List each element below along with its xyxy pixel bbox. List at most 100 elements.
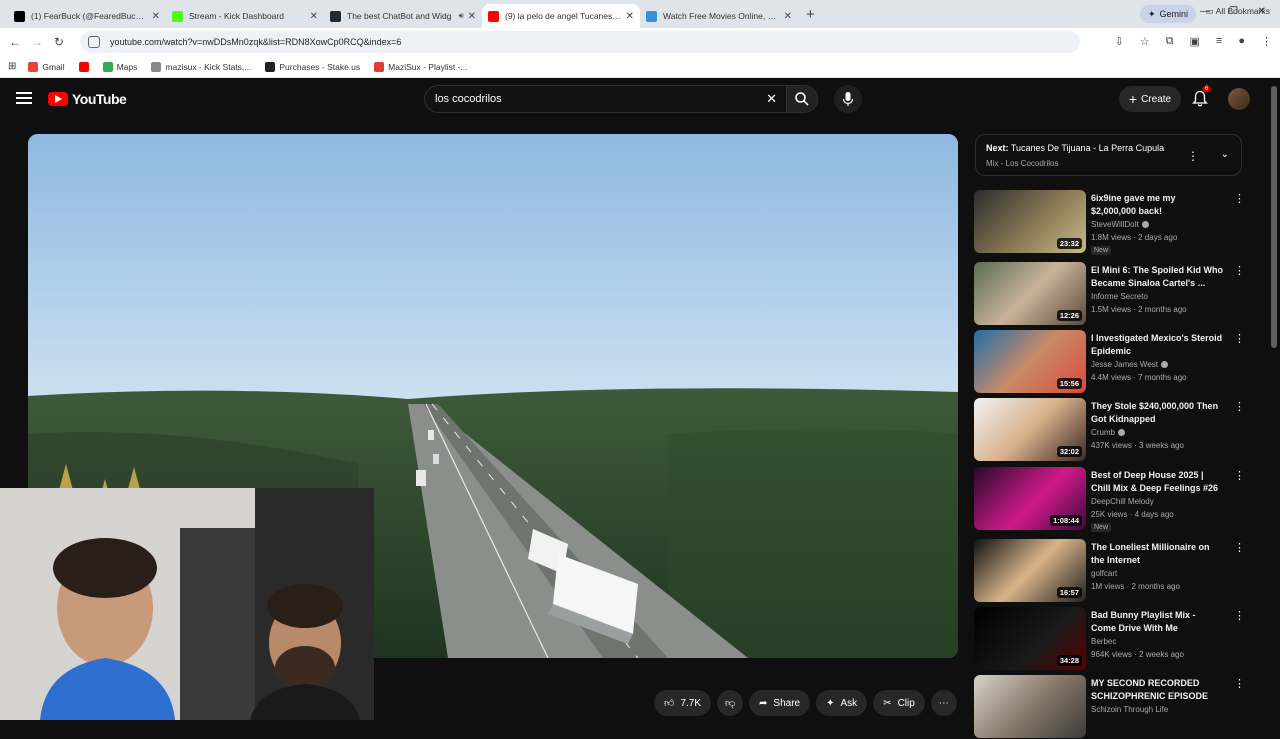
video-menu-icon[interactable]: ⋮ xyxy=(1234,609,1245,622)
like-button[interactable]: 👍︎ 7.7K xyxy=(654,690,712,716)
channel-name[interactable]: DeepChill Melody xyxy=(1091,497,1154,506)
video-thumbnail[interactable]: 23:32 xyxy=(974,190,1086,253)
recommended-video[interactable]: 1:08:44 Best of Deep House 2025 | Chill M… xyxy=(974,467,1245,532)
close-tab-icon[interactable]: ✕ xyxy=(784,11,792,22)
recommended-video[interactable]: 34:28 Bad Bunny Playlist Mix - Come Drive… xyxy=(974,607,1245,671)
video-title[interactable]: The Loneliest Millionaire on the Interne… xyxy=(1091,541,1223,567)
channel-name[interactable]: Crumb xyxy=(1091,428,1126,437)
clip-button[interactable]: ✂ Clip xyxy=(873,690,925,716)
video-menu-icon[interactable]: ⋮ xyxy=(1234,469,1245,482)
extensions-icon[interactable]: ⧉ xyxy=(1166,35,1174,48)
microphone-icon xyxy=(842,92,854,106)
channel-name[interactable]: Jesse James West xyxy=(1091,360,1168,369)
video-title[interactable]: They Stole $240,000,000 Then Got Kidnapp… xyxy=(1091,400,1223,426)
video-title[interactable]: MY SECOND RECORDED SCHIZOPHRENIC EPISODE xyxy=(1091,677,1223,703)
channel-name[interactable]: Schizoin Through Life xyxy=(1091,705,1168,714)
video-menu-icon[interactable]: ⋮ xyxy=(1234,541,1245,554)
video-title[interactable]: 6ix9ine gave me my $2,000,000 back! xyxy=(1091,192,1223,218)
reload-icon[interactable]: ↻ xyxy=(48,35,70,49)
profile-icon[interactable]: ● xyxy=(1238,35,1245,48)
notifications-button[interactable] xyxy=(1191,90,1209,112)
video-thumbnail[interactable]: 32:02 xyxy=(974,398,1086,461)
kick-logo-icon xyxy=(172,10,183,22)
dislike-button[interactable]: 👎︎ xyxy=(717,690,744,716)
channel-name[interactable]: SteveWillDoIt xyxy=(1091,220,1150,229)
up-next-card[interactable]: Next: Tucanes De Tijuana - La Perra Cupu… xyxy=(975,134,1242,176)
address-bar[interactable]: youtube.com/watch?v=nwDDsMn0zqk&list=RDN… xyxy=(80,31,1080,53)
site-info-icon[interactable] xyxy=(88,36,100,48)
share-button[interactable]: ➦ Share xyxy=(749,690,811,716)
video-thumbnail[interactable]: 34:28 xyxy=(974,607,1086,670)
video-title[interactable]: El Mini 6: The Spoiled Kid Who Became Si… xyxy=(1091,264,1223,290)
hamburger-menu-icon[interactable] xyxy=(16,92,32,104)
bookmark-item[interactable] xyxy=(78,61,89,72)
browser-tab[interactable]: Stream - Kick Dashboard ✕ xyxy=(166,4,324,28)
browser-tab[interactable]: The best ChatBot and Widg 🔊︎ ✕ xyxy=(324,4,482,28)
video-duration: 34:28 xyxy=(1056,655,1082,666)
close-tab-icon[interactable]: ✕ xyxy=(626,11,634,22)
video-thumbnail[interactable]: 12:26 xyxy=(974,262,1086,325)
star-icon[interactable]: ☆ xyxy=(1140,35,1150,48)
video-thumbnail[interactable]: 1:08:44 xyxy=(974,467,1086,530)
account-avatar[interactable] xyxy=(1228,88,1250,110)
apps-icon[interactable]: ⊞ xyxy=(8,61,16,72)
browser-tab[interactable]: (1) FearBuck (@FearedBuck) / X ✕ xyxy=(8,4,166,28)
bookmark-item[interactable]: Purchases - Stake.us xyxy=(265,61,360,72)
video-title[interactable]: Bad Bunny Playlist Mix - Come Drive With… xyxy=(1091,609,1223,635)
all-bookmarks-button[interactable]: ▭ All Bookmarks xyxy=(1206,6,1270,17)
video-menu-icon[interactable]: ⋮ xyxy=(1234,192,1245,205)
audio-playing-icon[interactable]: 🔊︎ xyxy=(459,11,464,21)
video-thumbnail[interactable]: 15:56 xyxy=(974,330,1086,393)
back-icon[interactable]: ← xyxy=(4,35,26,49)
recommended-video[interactable]: MY SECOND RECORDED SCHIZOPHRENIC EPISODE… xyxy=(974,675,1245,739)
close-tab-icon[interactable]: ✕ xyxy=(152,11,160,22)
close-tab-icon[interactable]: ✕ xyxy=(310,11,318,22)
channel-name[interactable]: Informe Secreto xyxy=(1091,292,1148,301)
clear-search-icon[interactable]: ✕ xyxy=(766,91,777,107)
page-scrollbar[interactable] xyxy=(1271,86,1277,348)
recommended-video[interactable]: 23:32 6ix9ine gave me my $2,000,000 back!… xyxy=(974,190,1245,255)
recommended-video[interactable]: 16:57 The Loneliest Millionaire on the In… xyxy=(974,539,1245,603)
video-thumbnail[interactable]: 16:57 xyxy=(974,539,1086,602)
bookmark-item[interactable]: mazisux - Kick Stats,... xyxy=(151,61,251,72)
search-input[interactable]: los cocodrilos ✕ xyxy=(424,85,788,113)
recommended-video[interactable]: 32:02 They Stole $240,000,000 Then Got Ki… xyxy=(974,398,1245,462)
video-thumbnail[interactable] xyxy=(974,675,1086,738)
more-actions-button[interactable]: ⋯ xyxy=(930,690,957,716)
search-button[interactable] xyxy=(786,85,818,113)
chevron-down-icon[interactable]: ⌄ xyxy=(1221,149,1229,160)
up-next-menu-icon[interactable]: ⋮ xyxy=(1187,149,1199,163)
create-button[interactable]: + Create xyxy=(1119,86,1181,112)
video-menu-icon[interactable]: ⋮ xyxy=(1234,400,1245,413)
up-next-video: Tucanes De Tijuana - La Perra Cupula xyxy=(1010,143,1165,153)
install-icon[interactable]: ⇩ xyxy=(1115,35,1124,48)
menu-icon[interactable]: ⋮ xyxy=(1261,35,1272,48)
video-title[interactable]: Best of Deep House 2025 | Chill Mix & De… xyxy=(1091,469,1223,495)
media-icon[interactable]: ≡ xyxy=(1216,35,1222,48)
bookmark-item[interactable]: MaziSux - Playlist -... xyxy=(374,61,468,72)
close-tab-icon[interactable]: ✕ xyxy=(468,11,476,22)
youtube-logo[interactable]: YouTube xyxy=(48,91,127,107)
recommended-video[interactable]: 12:26 El Mini 6: The Spoiled Kid Who Beca… xyxy=(974,262,1245,326)
gemini-button[interactable]: ✦ Gemini xyxy=(1139,5,1196,23)
video-menu-icon[interactable]: ⋮ xyxy=(1234,264,1245,277)
new-tab-icon[interactable]: + xyxy=(806,6,815,23)
channel-label: golfcart xyxy=(1091,569,1118,578)
youtube-header: YouTube los cocodrilos ✕ + Create 6 xyxy=(0,78,1280,122)
video-menu-icon[interactable]: ⋮ xyxy=(1234,332,1245,345)
ask-button[interactable]: ✦ Ask xyxy=(816,690,868,716)
browser-tab[interactable]: (9) la pelo de angel Tucanes de ✕ xyxy=(482,4,640,28)
thumbs-up-icon: 👍︎ xyxy=(664,698,675,709)
recommended-video[interactable]: 15:56 I Investigated Mexico's Steroid Epi… xyxy=(974,330,1245,394)
channel-name[interactable]: golfcart xyxy=(1091,569,1117,578)
bookmark-item[interactable]: Maps xyxy=(102,61,137,72)
browser-tab[interactable]: Watch Free Movies Online, Stre ✕ xyxy=(640,4,798,28)
forward-icon[interactable]: → xyxy=(26,35,48,49)
channel-name[interactable]: Berbec xyxy=(1091,637,1116,646)
video-menu-icon[interactable]: ⋮ xyxy=(1234,677,1245,690)
video-title[interactable]: I Investigated Mexico's Steroid Epidemic xyxy=(1091,332,1223,358)
bookmark-item[interactable]: Gmail xyxy=(28,61,65,72)
bookmark-label: MaziSux - Playlist -... xyxy=(388,61,468,72)
voice-search-button[interactable] xyxy=(834,85,862,113)
sidepanel-icon[interactable]: ▣ xyxy=(1190,35,1200,48)
